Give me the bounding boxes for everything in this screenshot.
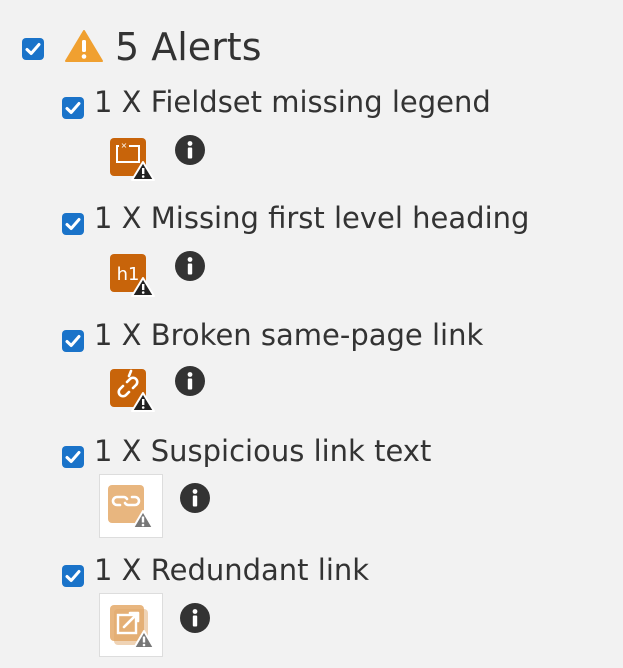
alert-checkbox-fieldset[interactable] (62, 97, 84, 119)
alert-label-fieldset[interactable]: 1 X Fieldset missing legend (94, 84, 491, 120)
warning-triangle-icon (65, 30, 103, 62)
alert-label-broken-link[interactable]: 1 X Broken same-page link (94, 317, 483, 353)
info-icon[interactable] (175, 251, 205, 281)
info-icon[interactable] (175, 366, 205, 396)
redundant-link-icon[interactable] (99, 593, 163, 657)
info-icon[interactable] (180, 603, 210, 633)
missing-h1-icon[interactable]: h1 (103, 243, 167, 307)
info-icon[interactable] (175, 135, 205, 165)
alerts-count-title: 5 Alerts (115, 25, 262, 69)
info-icon[interactable] (180, 483, 210, 513)
svg-text:×: × (121, 141, 128, 150)
alert-checkbox-suspicious-link[interactable] (62, 446, 84, 468)
suspicious-link-icon[interactable] (99, 474, 163, 538)
alert-label-heading[interactable]: 1 X Missing first level heading (94, 200, 529, 236)
h1-icon-text: h1 (117, 264, 140, 285)
fieldset-missing-legend-icon[interactable]: × (103, 127, 167, 191)
alert-checkbox-redundant-link[interactable] (62, 565, 84, 587)
alerts-group-checkbox[interactable] (22, 38, 44, 60)
alert-label-suspicious-link[interactable]: 1 X Suspicious link text (94, 433, 431, 469)
alerts-panel: 5 Alerts 1 X Fieldset missing legend × 1… (0, 0, 623, 668)
alert-checkbox-heading[interactable] (62, 213, 84, 235)
alert-checkbox-broken-link[interactable] (62, 330, 84, 352)
alert-label-redundant-link[interactable]: 1 X Redundant link (94, 552, 369, 588)
broken-link-icon[interactable] (103, 358, 167, 422)
